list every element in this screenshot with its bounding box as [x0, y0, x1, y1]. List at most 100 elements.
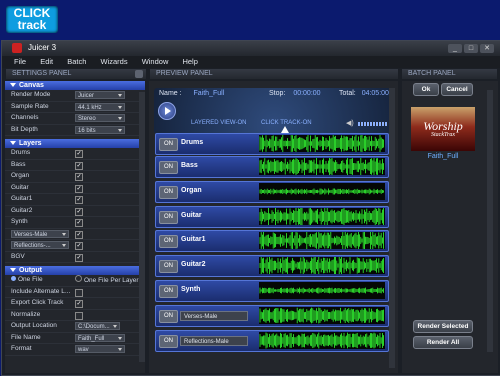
track-row[interactable]: ON Guitar2 [155, 255, 389, 277]
layer-checkbox[interactable]: ✓ [75, 150, 83, 158]
waveform[interactable] [259, 332, 385, 349]
close-button[interactable]: ✕ [480, 44, 494, 53]
layer-label: Drums [11, 149, 31, 156]
track-row[interactable]: ON Synth [155, 280, 389, 302]
export-click-checkbox[interactable]: ✓ [75, 300, 83, 308]
format-row: Format wav [5, 344, 145, 356]
menu-help[interactable]: Help [182, 56, 197, 68]
include-alternate-checkbox[interactable] [75, 288, 83, 297]
layer-checkbox[interactable]: ✓ [75, 173, 83, 181]
volume-slider[interactable] [358, 122, 388, 126]
preview-scrollbar[interactable] [389, 88, 395, 368]
layered-view-toggle[interactable]: LAYERED VIEW-ON [191, 120, 246, 126]
waveform[interactable] [259, 282, 385, 299]
track-row[interactable]: ON Drums [155, 133, 389, 155]
one-file-per-layer-radio[interactable] [75, 275, 82, 282]
layer-checkbox[interactable]: ✓ [75, 184, 83, 193]
menu-edit[interactable]: Edit [40, 56, 53, 68]
track-row[interactable]: ON Reflections-Male [155, 330, 389, 352]
track-row[interactable]: ON Organ [155, 181, 389, 203]
layer-select[interactable]: Reflections-... [11, 241, 69, 249]
maximize-button[interactable]: □ [464, 44, 478, 53]
track-row[interactable]: ON Verses-Male [155, 305, 389, 327]
waveform[interactable] [259, 231, 385, 250]
layer-checkbox[interactable]: ✓ [75, 253, 83, 262]
track-row[interactable]: ON Bass [155, 156, 389, 178]
output-section-header[interactable]: Output [5, 266, 145, 275]
layer-checkbox[interactable]: ✓ [75, 196, 83, 204]
menu-batch[interactable]: Batch [67, 56, 86, 68]
track-on-toggle[interactable]: ON [159, 138, 178, 151]
export-click-label: Export Click Track [11, 299, 64, 306]
track-on-toggle[interactable]: ON [159, 235, 178, 248]
cancel-button[interactable]: Cancel [441, 83, 473, 96]
file-name-field[interactable]: Faith_Full [75, 333, 125, 342]
sample-rate-select[interactable]: 44.1 kHz [75, 102, 125, 111]
batch-scrollbar[interactable] [487, 90, 493, 352]
ok-button[interactable]: Ok [413, 83, 439, 96]
track-select[interactable]: Reflections-Male [180, 336, 248, 346]
track-on-toggle[interactable]: ON [159, 310, 178, 323]
layer-checkbox[interactable]: ✓ [75, 161, 83, 170]
normalize-checkbox[interactable] [75, 311, 83, 320]
track-on-toggle[interactable]: ON [159, 211, 178, 224]
track-name: Drums [181, 139, 204, 146]
render-selected-button[interactable]: Render Selected [413, 320, 473, 333]
layer-label: Bass [11, 160, 26, 168]
settings-panel: Canvas Render Mode Juicer Sample Rate 44.1… [5, 81, 145, 373]
waveform[interactable] [259, 157, 385, 176]
waveform[interactable] [259, 256, 385, 275]
normalize-row: Normalize [5, 310, 145, 321]
menu-file[interactable]: File [14, 56, 26, 68]
layer-select[interactable]: Verses-Male [11, 229, 69, 238]
minimize-button[interactable]: _ [448, 44, 462, 53]
preview-panel-header: PREVIEW PANEL [150, 69, 398, 79]
channels-select[interactable]: Stereo [75, 114, 125, 122]
layer-row: Drums ✓ [5, 148, 145, 160]
batch-song-name[interactable]: Faith_Full [411, 153, 475, 160]
menu-wizards[interactable]: Wizards [101, 56, 128, 68]
one-file-radio[interactable] [11, 276, 16, 281]
track-on-toggle[interactable]: ON [159, 186, 178, 199]
track-select[interactable]: Verses-Male [180, 311, 248, 321]
play-button[interactable] [158, 102, 176, 120]
speaker-icon[interactable]: ◀) [346, 119, 354, 127]
track-name: Guitar [181, 212, 202, 219]
render-all-button[interactable]: Render All [413, 336, 473, 349]
waveform[interactable] [259, 183, 385, 200]
track-row[interactable]: ON Guitar1 [155, 230, 389, 252]
waveform[interactable] [259, 307, 385, 324]
bit-depth-select[interactable]: 16 bits [75, 125, 125, 134]
waveform[interactable] [259, 207, 385, 226]
album-artwork[interactable]: Worship StackTrax [411, 107, 475, 151]
output-location-row: Output Location C:\Docum... [5, 321, 145, 333]
layer-checkbox[interactable]: ✓ [75, 207, 83, 216]
cursor-icon [281, 126, 289, 133]
layer-label: Organ [11, 172, 30, 179]
layer-checkbox[interactable]: ✓ [75, 242, 83, 250]
pin-icon[interactable] [135, 70, 143, 78]
render-mode-select[interactable]: Juicer [75, 91, 125, 99]
format-select[interactable]: wav [75, 345, 125, 353]
canvas-section-header[interactable]: Canvas [5, 81, 145, 90]
channels-row: Channels Stereo [5, 113, 145, 125]
name-label: Name : [159, 90, 182, 97]
track-on-toggle[interactable]: ON [159, 260, 178, 273]
menu-window[interactable]: Window [142, 56, 169, 68]
track-row[interactable]: ON Guitar [155, 206, 389, 228]
layer-label: Synth [11, 218, 28, 225]
track-on-toggle[interactable]: ON [159, 285, 178, 298]
one-file-per-layer-option[interactable]: One File Per Layer [75, 275, 139, 287]
format-label: Format [11, 345, 32, 352]
include-alternate-row: Include Alternate L... [5, 287, 145, 298]
layers-section-header[interactable]: Layers [5, 139, 145, 148]
name-readout: Name : Faith_Full [159, 90, 224, 97]
layer-checkbox[interactable]: ✓ [75, 219, 83, 227]
waveform[interactable] [259, 134, 385, 153]
track-on-toggle[interactable]: ON [159, 335, 178, 348]
layer-label: BGV [11, 252, 25, 260]
settings-scrollbar[interactable] [139, 92, 145, 362]
output-location-field[interactable]: C:\Docum... [75, 322, 120, 330]
layer-checkbox[interactable]: ✓ [75, 230, 83, 239]
track-on-toggle[interactable]: ON [159, 161, 178, 174]
